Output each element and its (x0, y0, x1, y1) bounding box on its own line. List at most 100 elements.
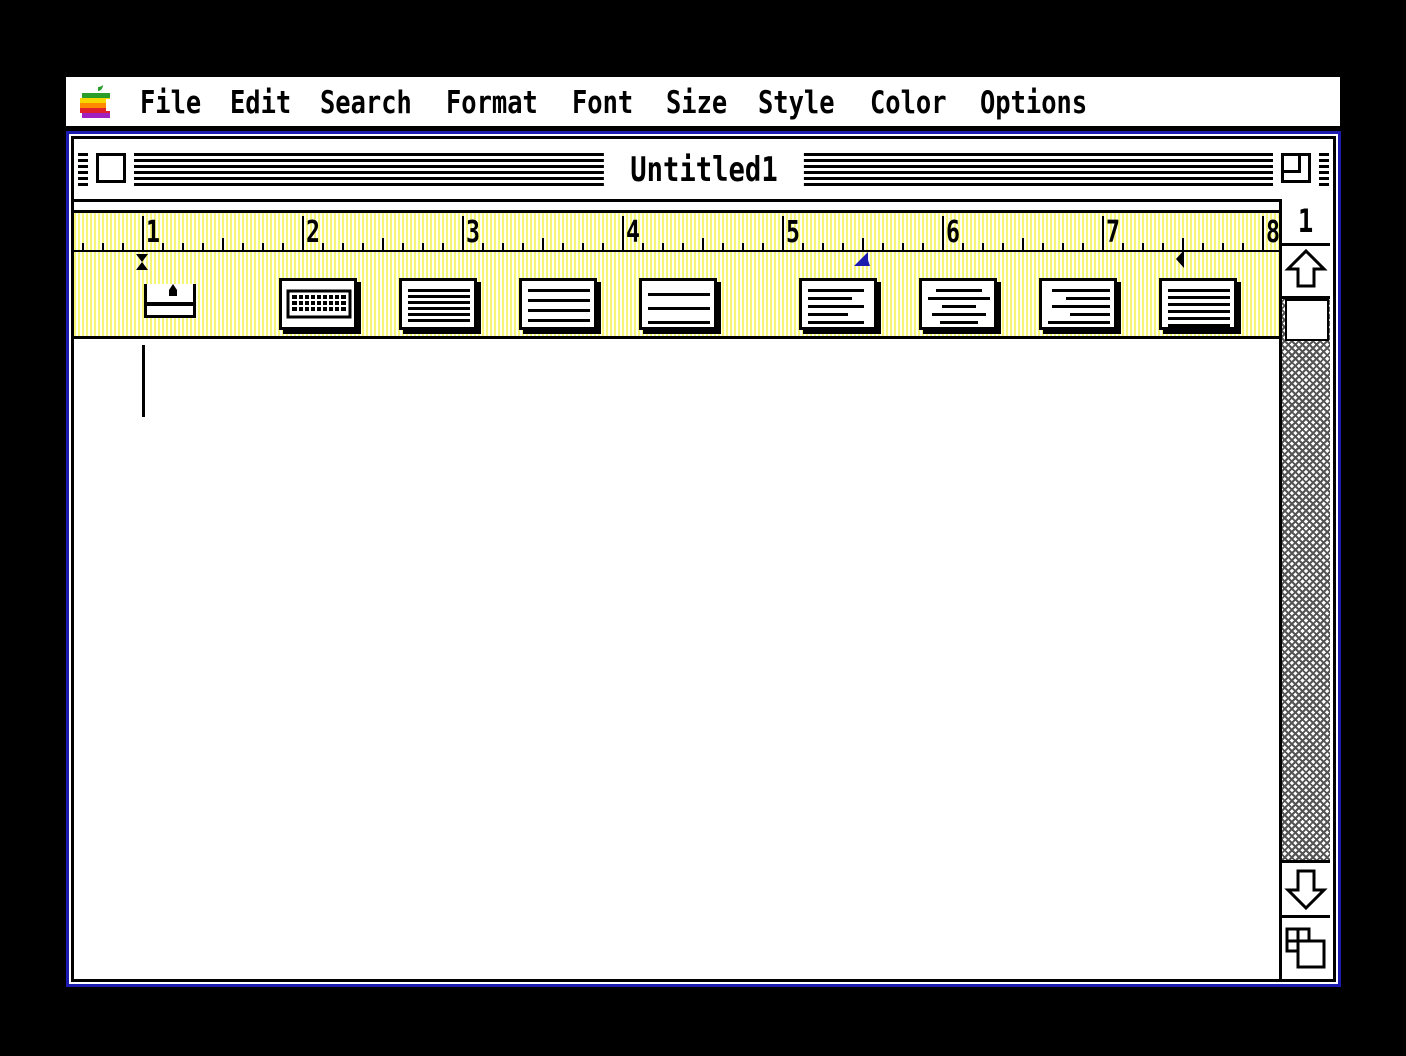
ruler-tick (682, 243, 684, 250)
ruler-tick (222, 238, 224, 250)
ruler-inch-label: 5 (786, 215, 800, 250)
ruler-tick (422, 243, 424, 250)
title-bar[interactable]: Untitled1 (74, 139, 1333, 202)
ruler-tick (982, 243, 984, 250)
ruler-tick (622, 216, 624, 250)
ruler-tick (962, 243, 964, 250)
ruler-tick (542, 238, 544, 250)
ruler-tick (702, 238, 704, 250)
close-box-icon[interactable] (96, 153, 126, 183)
ruler-tick (262, 243, 264, 250)
ruler-inch-label: 1 (146, 215, 160, 250)
decimal-tab-icon[interactable] (144, 284, 196, 318)
menu-style[interactable]: Style (758, 83, 835, 123)
ruler-tick (802, 243, 804, 250)
ruler-tick (1002, 243, 1004, 250)
ruler-tick (882, 243, 884, 250)
ruler-tick (1102, 216, 1104, 250)
ruler-tick (482, 243, 484, 250)
text-insertion-cursor (142, 345, 145, 417)
ruler-tick (582, 243, 584, 250)
ruler-tick (82, 243, 84, 250)
ruler-inch-label: 4 (626, 215, 640, 250)
keyboard-icon[interactable] (279, 278, 357, 330)
right-margin-marker[interactable] (1176, 250, 1184, 268)
ruler-tick (302, 216, 304, 250)
page-number: 1 (1298, 202, 1314, 240)
menu-font[interactable]: Font (572, 83, 633, 123)
ruler-tick (502, 243, 504, 250)
ruler-tick (942, 216, 944, 250)
ruler-tick (662, 243, 664, 250)
ruler-tick (602, 243, 604, 250)
apple-rainbow-icon[interactable] (78, 85, 114, 121)
ruler-tick (1042, 243, 1044, 250)
ruler-tick (922, 243, 924, 250)
document-text-area[interactable] (74, 339, 1288, 979)
ruler-tick (1122, 243, 1124, 250)
ruler-tick (202, 243, 204, 250)
ruler-inch-label: 3 (466, 215, 480, 250)
ruler-tick (862, 238, 864, 250)
ruler-tick (1062, 243, 1064, 250)
grow-box-icon[interactable] (1282, 921, 1330, 979)
ruler-tick (1142, 243, 1144, 250)
ruler-inch-label: 7 (1106, 215, 1120, 250)
ruler-tick (1022, 238, 1024, 250)
left-margin-marker[interactable] (136, 254, 148, 270)
menu-size[interactable]: Size (666, 83, 727, 123)
ruler-tick (1082, 243, 1084, 250)
menu-options[interactable]: Options (980, 83, 1087, 123)
scroll-thumb[interactable] (1285, 299, 1329, 341)
one-half-spacing-icon[interactable] (519, 278, 597, 330)
menu-color[interactable]: Color (870, 83, 947, 123)
ruler-tick (562, 243, 564, 250)
ruler-tick (1242, 243, 1244, 250)
ruler-tick (782, 216, 784, 250)
window-frame: Untitled1 12345678 1 (71, 136, 1336, 982)
ruler[interactable]: 1 2 3 4 5 6 7 8 (74, 202, 1288, 339)
menu-search[interactable]: Search (320, 83, 412, 123)
ruler-tick (362, 243, 364, 250)
ruler-tick (762, 243, 764, 250)
up-arrow-icon[interactable] (1282, 246, 1330, 299)
window-title: Untitled1 (629, 150, 778, 190)
double-spacing-icon[interactable] (639, 278, 717, 330)
ruler-tick (162, 243, 164, 250)
ruler-tick (182, 243, 184, 250)
justify-icon[interactable] (1159, 278, 1237, 330)
ruler-tick (842, 243, 844, 250)
ruler-tick (242, 243, 244, 250)
ruler-baseline (74, 250, 1288, 252)
menu-edit[interactable]: Edit (230, 83, 291, 123)
ruler-tick (102, 243, 104, 250)
align-right-icon[interactable] (1039, 278, 1117, 330)
center-tab-marker[interactable] (854, 252, 870, 266)
ruler-tick (1222, 243, 1224, 250)
vertical-scrollbar[interactable]: 1 (1279, 199, 1333, 979)
page-number-box: 1 (1282, 199, 1330, 246)
align-left-icon[interactable] (799, 278, 877, 330)
ruler-inch-label: 6 (946, 215, 960, 250)
ruler-tick (742, 243, 744, 250)
zoom-box-icon[interactable] (1281, 153, 1311, 183)
ruler-tick (462, 216, 464, 250)
ruler-tick (342, 243, 344, 250)
ruler-tick (1182, 238, 1184, 250)
ruler-tick (1262, 216, 1264, 250)
menu-file[interactable]: File (140, 83, 201, 123)
single-spacing-icon[interactable] (399, 278, 477, 330)
align-center-icon[interactable] (919, 278, 997, 330)
ruler-tick (322, 243, 324, 250)
ruler-scale[interactable]: 1 2 3 4 5 6 7 8 (74, 202, 1288, 274)
ruler-tick (382, 238, 384, 250)
menu-format[interactable]: Format (446, 83, 538, 123)
ruler-tick (1162, 243, 1164, 250)
ruler-inch-label: 8 (1266, 215, 1280, 250)
scroll-track[interactable] (1282, 299, 1330, 863)
ruler-tick (282, 243, 284, 250)
ruler-tick (1202, 243, 1204, 250)
ruler-tick (642, 243, 644, 250)
menu-bar: File Edit Search Format Font Size Style … (66, 77, 1340, 129)
down-arrow-icon[interactable] (1282, 860, 1330, 918)
